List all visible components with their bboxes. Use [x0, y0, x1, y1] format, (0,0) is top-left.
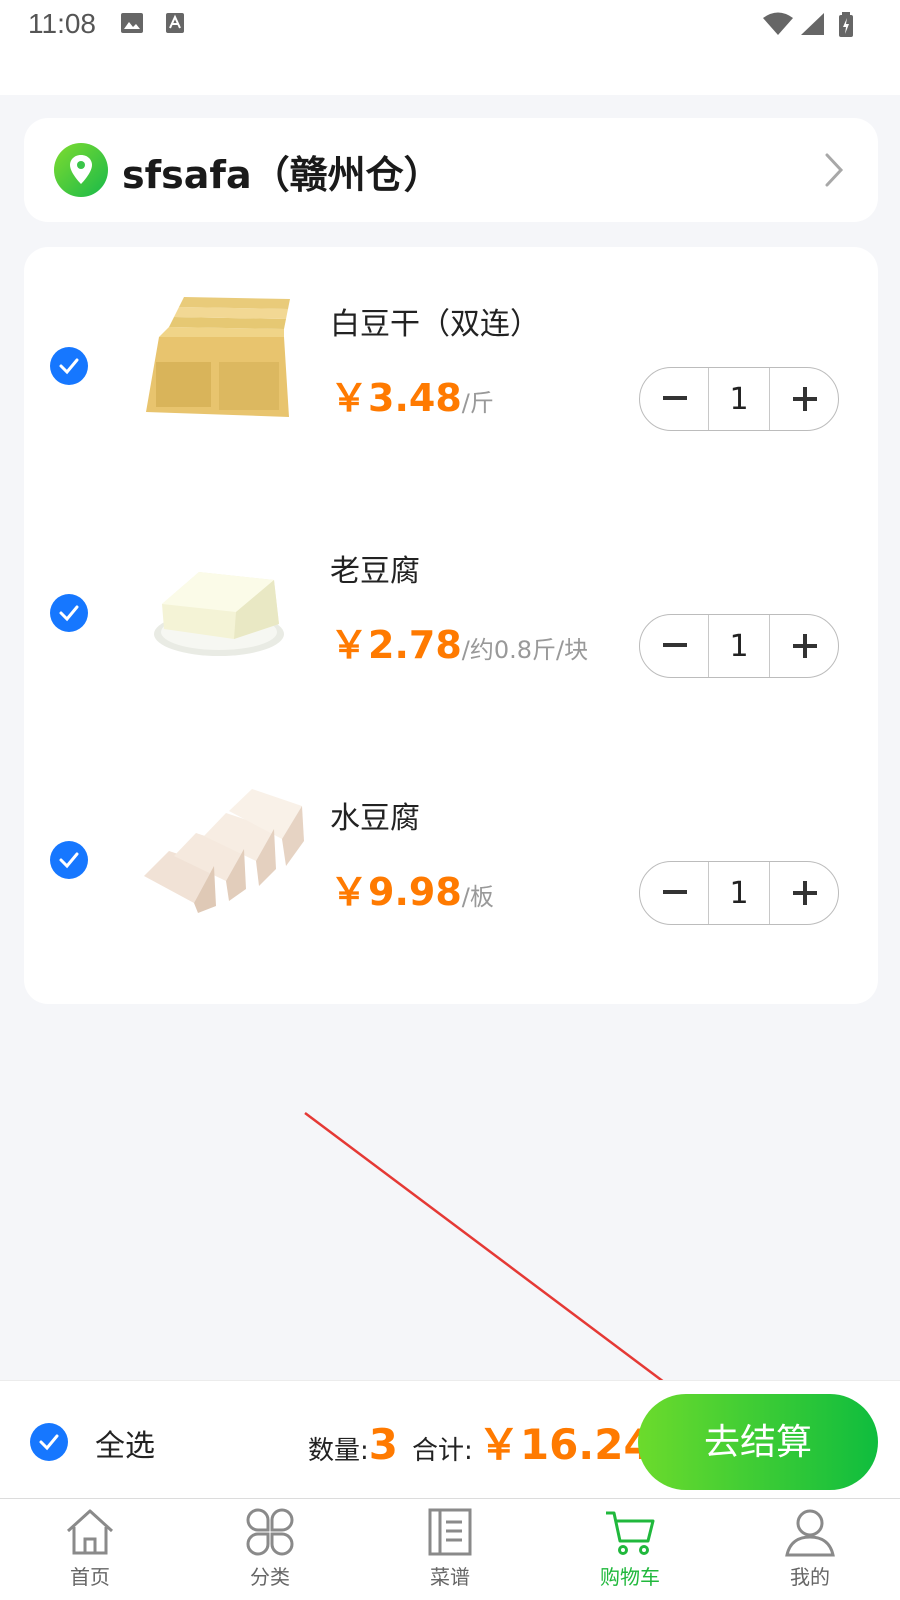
- tab-profile[interactable]: 我的: [720, 1499, 900, 1600]
- cart-item: 老豆腐 ￥2.78/约0.8斤/块 1: [24, 494, 878, 734]
- item-unit: /板: [461, 883, 494, 911]
- plus-icon: [793, 634, 817, 658]
- wifi-icon: [762, 12, 794, 40]
- total-value: ￥16.24: [477, 1420, 653, 1469]
- quantity-value[interactable]: 1: [708, 862, 770, 924]
- count-label: 数量:: [308, 1436, 369, 1466]
- tab-label: 购物车: [600, 1565, 660, 1589]
- cart-item: 白豆干（双连） ￥3.48/斤 1: [24, 247, 878, 487]
- decrease-button[interactable]: [640, 862, 708, 924]
- increase-button[interactable]: [770, 368, 838, 430]
- tab-home[interactable]: 首页: [0, 1499, 180, 1600]
- tab-label: 我的: [790, 1565, 830, 1589]
- product-image[interactable]: [134, 287, 304, 427]
- tab-recipes[interactable]: 菜谱: [360, 1499, 540, 1600]
- item-checkbox[interactable]: [50, 594, 88, 632]
- checkout-bar: 全选 数量:3 合计: ￥16.24 去结算: [0, 1380, 900, 1498]
- item-price: ￥3.48: [330, 376, 462, 420]
- item-price: ￥9.98: [330, 870, 462, 914]
- bottom-tab-bar: 首页 分类 菜谱 购物车 我的: [0, 1498, 900, 1600]
- item-checkbox[interactable]: [50, 841, 88, 879]
- item-price: ￥2.78: [330, 623, 462, 667]
- quantity-stepper: 1: [639, 861, 839, 925]
- minus-icon: [663, 396, 687, 400]
- plus-icon: [793, 881, 817, 905]
- cart-items-card: 白豆干（双连） ￥3.48/斤 1 老豆腐 ￥2.78/约0.8斤/块 1 水豆…: [24, 247, 878, 1004]
- tab-cart[interactable]: 购物车: [540, 1499, 720, 1600]
- tab-label: 首页: [70, 1565, 110, 1589]
- order-summary: 数量:3 合计: ￥16.24: [308, 1411, 653, 1472]
- image-notification-icon: [120, 12, 144, 38]
- category-icon: [246, 1508, 294, 1556]
- quantity-stepper: 1: [639, 614, 839, 678]
- battery-icon: [838, 12, 854, 42]
- product-image[interactable]: [134, 781, 304, 921]
- tab-label: 分类: [250, 1565, 290, 1589]
- tab-category[interactable]: 分类: [180, 1499, 360, 1600]
- item-name: 白豆干（双连）: [330, 307, 540, 342]
- recipe-book-icon: [428, 1508, 472, 1556]
- location-pin-icon: [54, 143, 108, 197]
- select-all-checkbox[interactable]: [30, 1423, 68, 1461]
- status-time: 11:08: [28, 8, 96, 39]
- home-icon: [66, 1509, 114, 1555]
- item-price-row: ￥3.48/斤: [330, 367, 494, 422]
- store-name: sfsafa（赣州仓）: [122, 153, 442, 197]
- item-price-row: ￥9.98/板: [330, 861, 494, 916]
- product-image[interactable]: [134, 534, 304, 674]
- select-all-label[interactable]: 全选: [95, 1421, 155, 1465]
- item-checkbox[interactable]: [50, 347, 88, 385]
- minus-icon: [663, 643, 687, 647]
- quantity-stepper: 1: [639, 367, 839, 431]
- decrease-button[interactable]: [640, 615, 708, 677]
- minus-icon: [663, 890, 687, 894]
- item-unit: /约0.8斤/块: [461, 636, 589, 664]
- plus-icon: [793, 387, 817, 411]
- increase-button[interactable]: [770, 862, 838, 924]
- item-price-row: ￥2.78/约0.8斤/块: [330, 614, 588, 669]
- chevron-right-icon: [824, 152, 844, 192]
- font-notification-icon: [165, 12, 185, 38]
- quantity-value[interactable]: 1: [708, 615, 770, 677]
- total-label: 合计:: [412, 1436, 473, 1466]
- item-name: 老豆腐: [330, 554, 420, 589]
- cart-item: 水豆腐 ￥9.98/板 1: [24, 741, 878, 981]
- store-selector[interactable]: sfsafa（赣州仓）: [24, 118, 878, 222]
- decrease-button[interactable]: [640, 368, 708, 430]
- count-value: 3: [368, 1420, 398, 1469]
- increase-button[interactable]: [770, 615, 838, 677]
- checkout-button[interactable]: 去结算: [638, 1394, 878, 1490]
- item-name: 水豆腐: [330, 801, 420, 836]
- item-unit: /斤: [461, 389, 494, 417]
- cart-icon: [606, 1511, 655, 1555]
- signal-icon: [800, 12, 826, 40]
- status-bar: 11:08: [0, 0, 900, 95]
- profile-icon: [785, 1509, 835, 1557]
- quantity-value[interactable]: 1: [708, 368, 770, 430]
- tab-label: 菜谱: [430, 1565, 470, 1589]
